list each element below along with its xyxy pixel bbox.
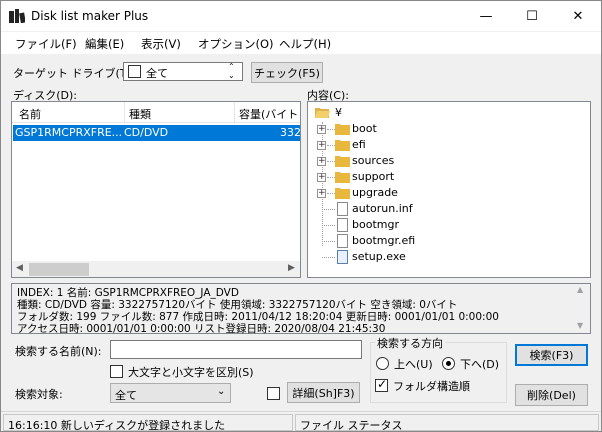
tree-node-label: boot — [352, 122, 377, 135]
spin-arrows-icon[interactable]: ⌃ ⌄ — [228, 62, 235, 80]
table-row[interactable]: GSP1RMCPRXFRE... CD/DVD 332 — [13, 125, 300, 141]
file-icon — [337, 234, 348, 248]
menu-options[interactable]: オプション(O) — [198, 36, 274, 52]
scroll-thumb[interactable] — [29, 263, 89, 276]
menu-help[interactable]: ヘルプ(H) — [279, 36, 331, 52]
search-button[interactable]: 検索(F3) — [515, 344, 588, 366]
search-target-value: 全て — [115, 389, 137, 402]
column-divider[interactable] — [124, 102, 125, 123]
title-bar: Disk list maker Plus — ☐ ✕ — [1, 1, 601, 31]
tree-line — [327, 161, 335, 162]
tree-node-label: ¥ — [335, 106, 342, 119]
column-header-name[interactable]: 名前 — [19, 106, 41, 122]
tree-node-label: autorun.inf — [352, 202, 413, 215]
search-direction-label: 検索する方向 — [375, 335, 445, 351]
disk-list[interactable]: 名前 種類 容量(バイト GSP1RMCPRXFRE... CD/DVD 332… — [11, 101, 301, 278]
scroll-up-icon[interactable]: ▲ — [577, 285, 583, 294]
info-line: アクセス日時: 0001/01/01 0:00:00 リスト登録日時: 2020… — [17, 323, 386, 335]
scroll-left-icon[interactable]: ◀ — [16, 263, 23, 273]
tree-line — [322, 209, 335, 210]
scroll-down-icon[interactable]: ▼ — [577, 321, 583, 330]
search-name-input[interactable] — [110, 340, 362, 359]
target-drive-checkbox[interactable] — [128, 65, 141, 78]
maximize-button[interactable]: ☐ — [509, 1, 555, 31]
delete-button[interactable]: 削除(Del) — [515, 384, 588, 406]
vertical-scrollbar[interactable]: ▲ ▼ — [573, 284, 590, 333]
target-drive-select[interactable]: 全て ⌃ ⌄ — [123, 62, 243, 81]
tree-node-label: bootmgr.efi — [352, 234, 416, 247]
tree-node-label: upgrade — [352, 186, 398, 199]
tree-line — [322, 241, 335, 242]
menu-edit[interactable]: 編集(E) — [85, 36, 124, 52]
column-divider[interactable] — [234, 102, 235, 123]
tree-line — [327, 193, 335, 194]
close-button[interactable]: ✕ — [555, 1, 601, 31]
search-target-label: 検索対象: — [15, 388, 63, 401]
direction-down-radio[interactable] — [442, 357, 455, 370]
file-status: ファイル ステータス — [295, 414, 599, 431]
row-type: CD/DVD — [124, 126, 169, 139]
folder-icon — [335, 156, 350, 167]
direction-down-label: 下へ(D) — [460, 358, 500, 371]
folder-order-label: フォルダ構造順 — [393, 380, 470, 393]
close-icon: ✕ — [572, 8, 584, 24]
tree-node-label: efi — [352, 138, 366, 151]
status-message: 16:16:10 新しいディスクが登録されました — [3, 414, 293, 431]
tree-line — [322, 225, 335, 226]
minimize-icon: — — [479, 8, 493, 24]
direction-up-label: 上へ(U) — [394, 358, 433, 371]
window-title: Disk list maker Plus — [31, 9, 149, 23]
folder-icon — [335, 188, 350, 199]
file-icon — [337, 202, 348, 216]
expand-icon[interactable]: + — [317, 173, 326, 182]
horizontal-scrollbar[interactable]: ◀ ▶ — [12, 261, 300, 277]
check-button[interactable]: チェック(F5) — [251, 62, 323, 83]
application-icon — [337, 250, 348, 264]
direction-up-radio[interactable] — [376, 357, 389, 370]
column-header-type[interactable]: 種類 — [129, 106, 151, 122]
search-name-label: 検索する名前(N): — [15, 345, 102, 358]
menu-file[interactable]: ファイル(F) — [15, 36, 77, 52]
tree-line — [327, 145, 335, 146]
expand-icon[interactable]: + — [317, 141, 326, 150]
row-name: GSP1RMCPRXFRE... — [15, 126, 123, 139]
tree-node-label: bootmgr — [352, 218, 399, 231]
tree-line — [322, 257, 335, 258]
target-drive-label: ターゲット ドライブ(T): — [13, 67, 135, 80]
status-bar: 16:16:10 新しいディスクが登録されました ファイル ステータス — [1, 411, 601, 431]
scroll-right-icon[interactable]: ▶ — [288, 263, 295, 273]
target-drive-value: 全て — [146, 67, 168, 80]
tree-node-label: support — [352, 170, 395, 183]
menu-view[interactable]: 表示(V) — [141, 36, 181, 52]
minimize-button[interactable]: — — [463, 1, 509, 31]
case-sensitive-checkbox[interactable] — [110, 365, 123, 378]
app-logo-icon — [9, 9, 25, 23]
menu-bar: ファイル(F) 編集(E) 表示(V) オプション(O) ヘルプ(H) — [1, 32, 601, 54]
column-header-size[interactable]: 容量(バイト — [239, 106, 298, 122]
folder-order-checkbox[interactable] — [375, 377, 388, 392]
tree-line — [327, 177, 335, 178]
case-sensitive-label: 大文字と小文字を区別(S) — [128, 366, 254, 379]
expand-icon[interactable]: + — [317, 125, 326, 134]
disk-info-panel: INDEX: 1 名前: GSP1RMCPRXFREO_JA_DVD 種類: C… — [11, 283, 591, 335]
folder-icon — [335, 124, 350, 135]
maximize-icon: ☐ — [526, 8, 538, 24]
chevron-down-icon: ⌄ — [217, 386, 226, 397]
detail-checkbox[interactable] — [267, 387, 280, 400]
detail-button[interactable]: 詳細(Sh]F3) — [287, 382, 360, 403]
file-icon — [337, 218, 348, 232]
search-target-select[interactable]: 全て ⌄ — [110, 383, 231, 403]
expand-icon[interactable]: + — [317, 189, 326, 198]
tree-node-label: sources — [352, 154, 395, 167]
contents-tree[interactable]: ¥ + boot + efi + sources + support + upg… — [307, 101, 591, 278]
tree-line — [327, 129, 335, 130]
folder-icon — [335, 140, 350, 151]
folder-open-icon — [315, 108, 330, 118]
row-size: 332 — [280, 126, 301, 139]
expand-icon[interactable]: + — [317, 157, 326, 166]
app-window: Disk list maker Plus — ☐ ✕ ファイル(F) 編集(E)… — [0, 0, 602, 432]
disk-list-header: 名前 種類 容量(バイト — [12, 102, 300, 123]
tree-node-label: setup.exe — [352, 250, 406, 263]
folder-icon — [335, 172, 350, 183]
